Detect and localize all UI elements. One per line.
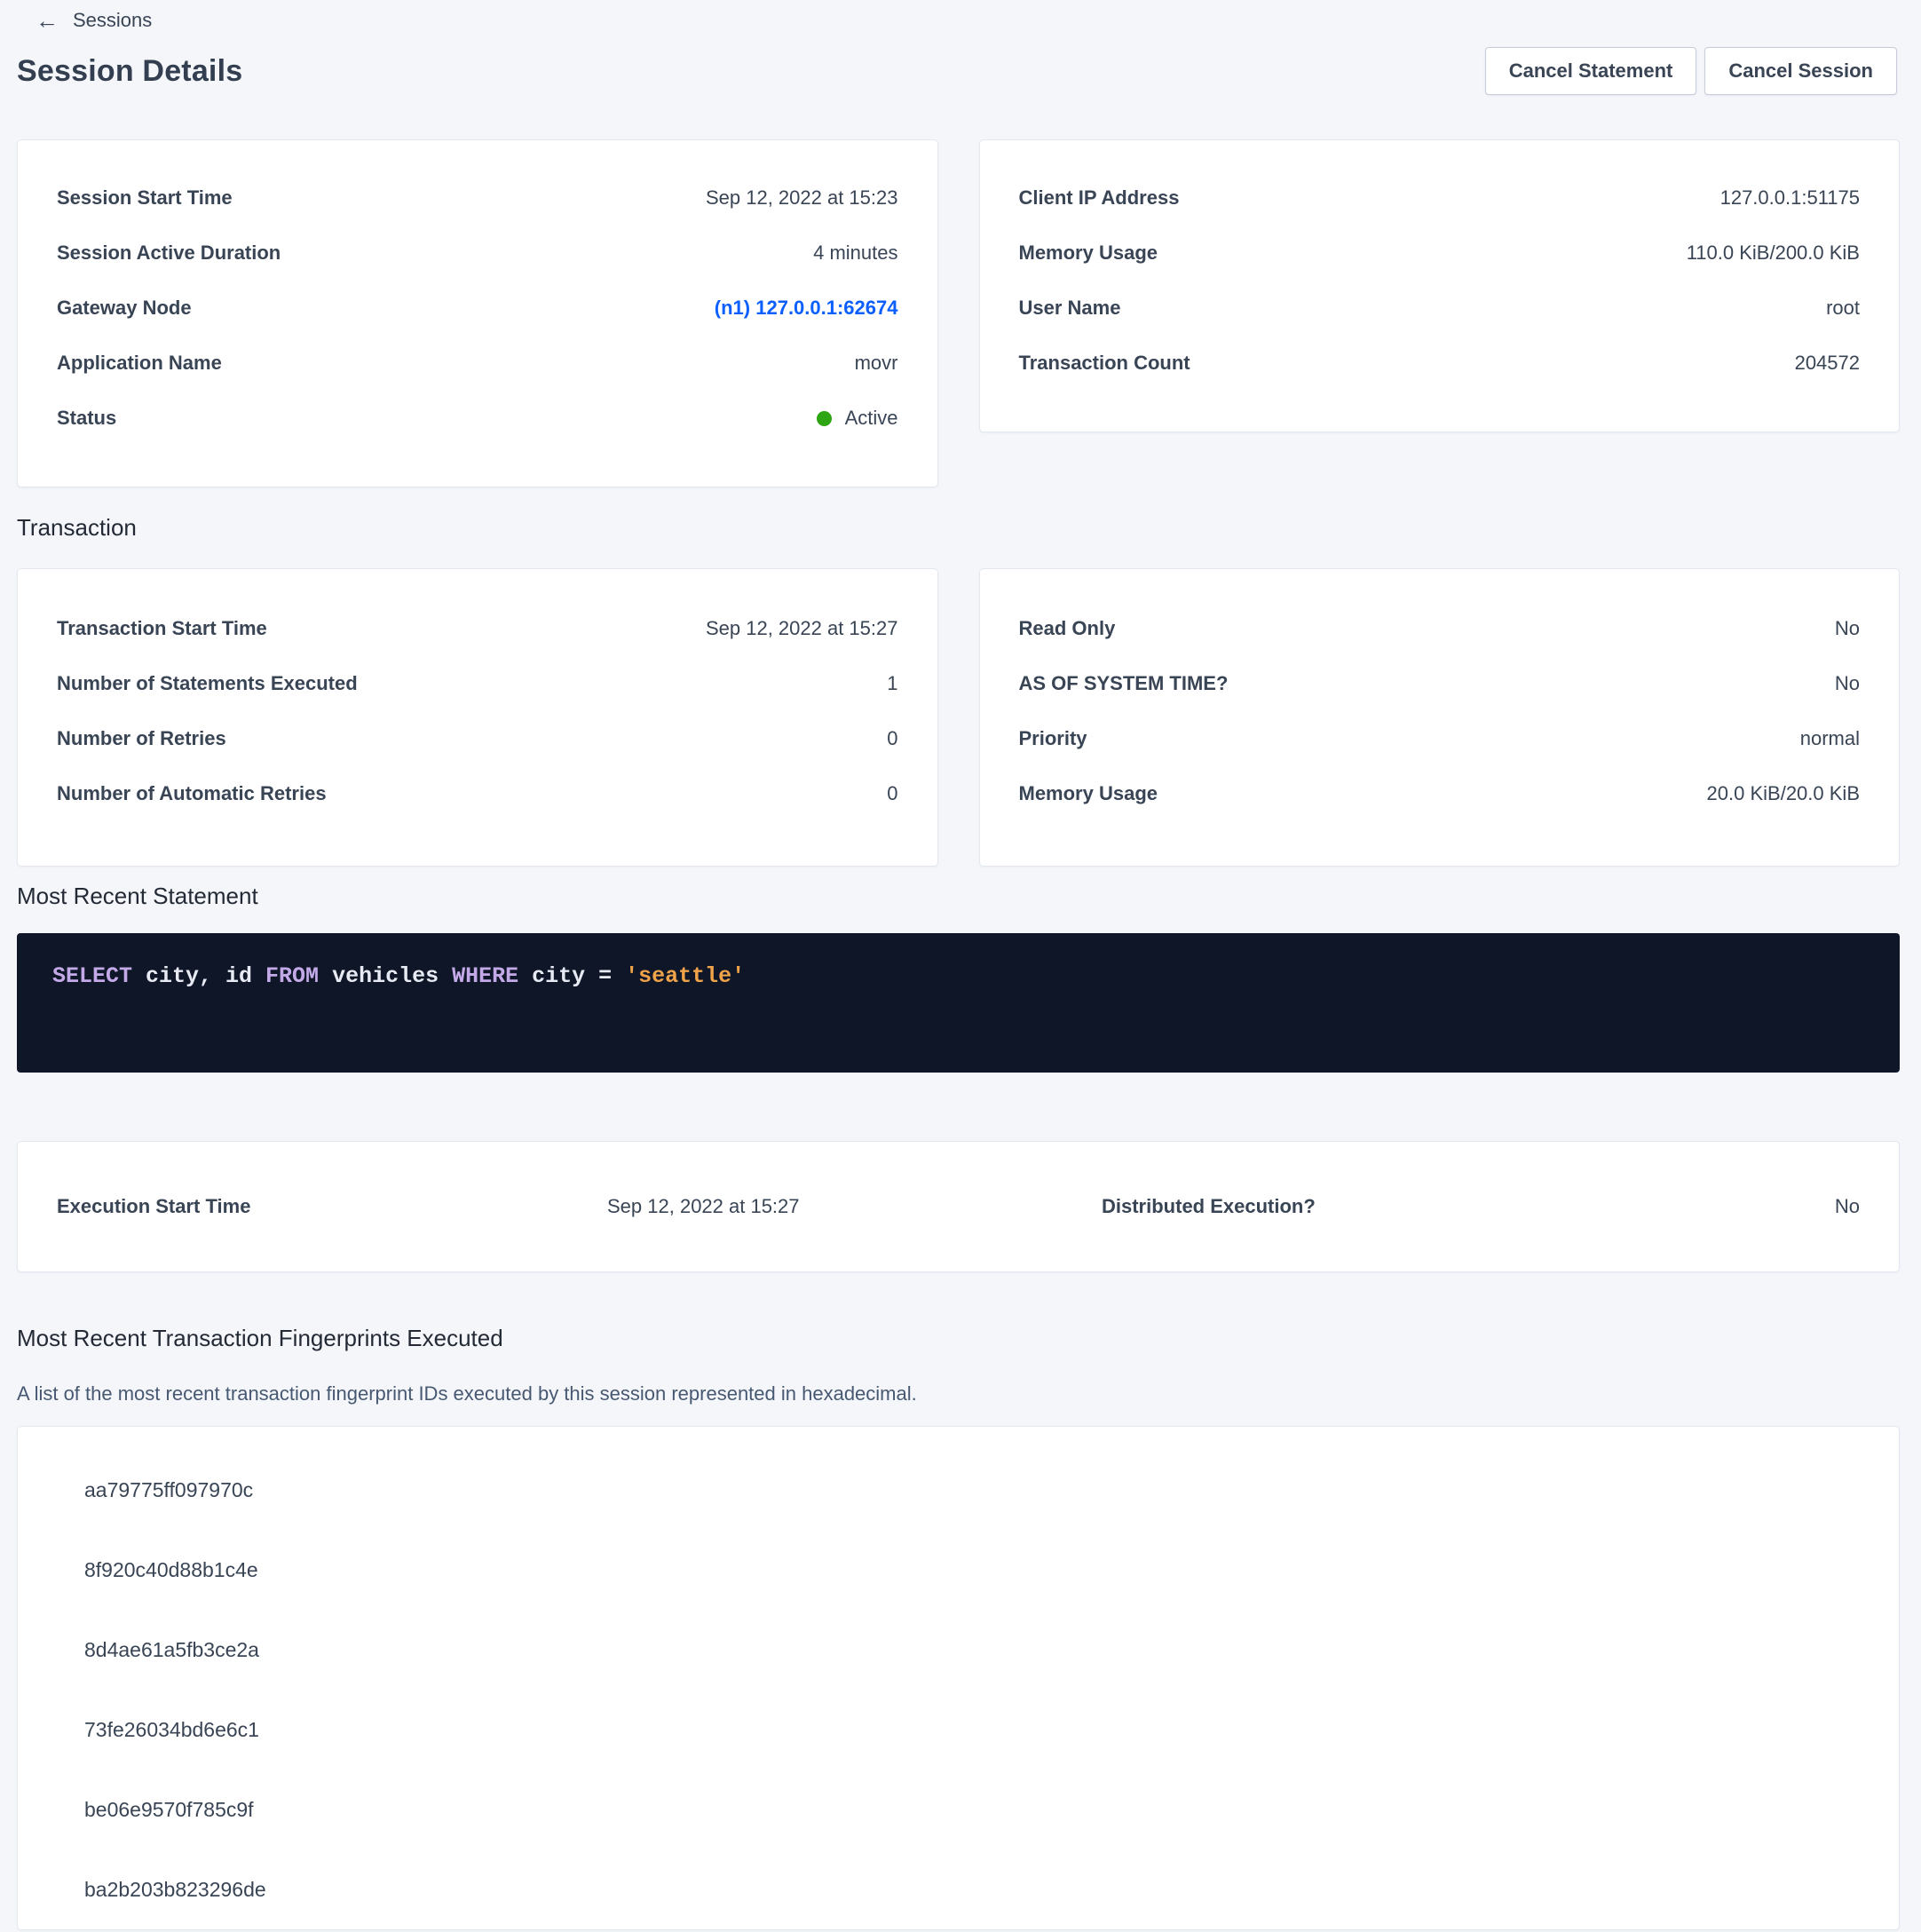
sql-string-literal: 'seattle'	[625, 963, 745, 989]
gateway-node-link[interactable]: (n1) 127.0.0.1:62674	[715, 297, 898, 320]
status-row: Status Active	[57, 391, 898, 446]
client-ip-label: Client IP Address	[1019, 186, 1180, 210]
back-arrow-icon: ←	[36, 9, 59, 32]
page-title: Session Details	[17, 54, 242, 89]
transaction-memory-usage-value: 20.0 KiB/20.0 KiB	[1707, 782, 1860, 805]
application-name-label: Application Name	[57, 352, 222, 375]
statement-section-title: Most Recent Statement	[17, 883, 1921, 910]
transaction-start-time-label: Transaction Start Time	[57, 617, 267, 640]
application-name-row: Application Name movr	[57, 336, 898, 391]
status-text: Active	[845, 407, 898, 430]
read-only-label: Read Only	[1019, 617, 1116, 640]
gateway-node-row: Gateway Node (n1) 127.0.0.1:62674	[57, 281, 898, 336]
sql-keyword: WHERE	[452, 963, 518, 989]
statements-executed-row: Number of Statements Executed 1	[57, 656, 898, 711]
sql-keyword: FROM	[265, 963, 319, 989]
as-of-system-time-value: No	[1835, 672, 1860, 695]
execution-card: Execution Start Time Sep 12, 2022 at 15:…	[17, 1141, 1900, 1272]
breadcrumb-back-sessions[interactable]: ← Sessions	[36, 9, 152, 32]
transaction-count-row: Transaction Count 204572	[1019, 336, 1861, 391]
retries-value: 0	[887, 727, 897, 750]
statements-executed-label: Number of Statements Executed	[57, 672, 358, 695]
read-only-value: No	[1835, 617, 1860, 640]
status-active-dot-icon	[817, 411, 832, 426]
cancel-statement-button[interactable]: Cancel Statement	[1485, 47, 1697, 95]
cancel-session-button[interactable]: Cancel Session	[1704, 47, 1897, 95]
fingerprint-item: 8f920c40d88b1c4e	[18, 1530, 1899, 1610]
sql-keyword: SELECT	[52, 963, 132, 989]
session-active-duration-value: 4 minutes	[813, 242, 897, 265]
session-start-time-label: Session Start Time	[57, 186, 233, 210]
transaction-card-right: Read Only No AS OF SYSTEM TIME? No Prior…	[979, 568, 1901, 867]
distributed-execution-value: No	[1835, 1195, 1860, 1218]
fingerprint-item: 73fe26034bd6e6c1	[18, 1690, 1899, 1770]
sql-text: city =	[518, 963, 625, 989]
read-only-row: Read Only No	[1019, 601, 1861, 656]
user-name-row: User Name root	[1019, 281, 1861, 336]
automatic-retries-value: 0	[887, 782, 897, 805]
session-summary-cards: Session Start Time Sep 12, 2022 at 15:23…	[17, 139, 1900, 487]
transaction-start-time-row: Transaction Start Time Sep 12, 2022 at 1…	[57, 601, 898, 656]
fingerprints-list: aa79775ff097970c 8f920c40d88b1c4e 8d4ae6…	[18, 1450, 1899, 1929]
application-name-value: movr	[855, 352, 898, 375]
priority-label: Priority	[1019, 727, 1087, 750]
fingerprint-item: 8d4ae61a5fb3ce2a	[18, 1610, 1899, 1690]
sql-statement-box: SELECT city, id FROM vehicles WHERE city…	[17, 933, 1900, 1073]
session-start-time-row: Session Start Time Sep 12, 2022 at 15:23	[57, 170, 898, 226]
session-active-duration-label: Session Active Duration	[57, 242, 281, 265]
fingerprints-card: aa79775ff097970c 8f920c40d88b1c4e 8d4ae6…	[17, 1426, 1900, 1930]
sql-text: city, id	[132, 963, 265, 989]
session-memory-usage-value: 110.0 KiB/200.0 KiB	[1687, 242, 1860, 265]
retries-label: Number of Retries	[57, 727, 226, 750]
status-label: Status	[57, 407, 116, 430]
session-memory-usage-label: Memory Usage	[1019, 242, 1158, 265]
retries-row: Number of Retries 0	[57, 711, 898, 766]
transaction-memory-usage-label: Memory Usage	[1019, 782, 1158, 805]
session-details-page: ← Sessions Session Details Cancel Statem…	[0, 0, 1921, 1932]
page-header: Session Details Cancel Statement Cancel …	[17, 47, 1897, 95]
transaction-count-value: 204572	[1795, 352, 1860, 375]
user-name-value: root	[1826, 297, 1860, 320]
fingerprint-item: ba2b203b823296de	[18, 1849, 1899, 1929]
fingerprint-item: be06e9570f785c9f	[18, 1770, 1899, 1849]
transaction-count-label: Transaction Count	[1019, 352, 1190, 375]
transaction-cards: Transaction Start Time Sep 12, 2022 at 1…	[17, 568, 1900, 867]
execution-start-time-label: Execution Start Time	[57, 1195, 607, 1218]
priority-value: normal	[1800, 727, 1860, 750]
user-name-label: User Name	[1019, 297, 1121, 320]
session-summary-card-left: Session Start Time Sep 12, 2022 at 15:23…	[17, 139, 938, 487]
session-memory-usage-row: Memory Usage 110.0 KiB/200.0 KiB	[1019, 226, 1861, 281]
priority-row: Priority normal	[1019, 711, 1861, 766]
sql-statement-text: SELECT city, id FROM vehicles WHERE city…	[52, 963, 745, 989]
as-of-system-time-label: AS OF SYSTEM TIME?	[1019, 672, 1229, 695]
transaction-memory-usage-row: Memory Usage 20.0 KiB/20.0 KiB	[1019, 766, 1861, 821]
session-start-time-value: Sep 12, 2022 at 15:23	[706, 186, 898, 210]
execution-start-time-value: Sep 12, 2022 at 15:27	[607, 1195, 1102, 1218]
automatic-retries-row: Number of Automatic Retries 0	[57, 766, 898, 821]
status-value: Active	[817, 407, 898, 430]
session-summary-card-right: Client IP Address 127.0.0.1:51175 Memory…	[979, 139, 1901, 432]
header-actions: Cancel Statement Cancel Session	[1485, 47, 1897, 95]
breadcrumb-label: Sessions	[73, 9, 152, 32]
automatic-retries-label: Number of Automatic Retries	[57, 782, 327, 805]
session-active-duration-row: Session Active Duration 4 minutes	[57, 226, 898, 281]
fingerprints-section-title: Most Recent Transaction Fingerprints Exe…	[17, 1325, 1921, 1352]
transaction-section-title: Transaction	[17, 514, 1921, 542]
client-ip-row: Client IP Address 127.0.0.1:51175	[1019, 170, 1861, 226]
client-ip-value: 127.0.0.1:51175	[1720, 186, 1860, 210]
distributed-execution-label: Distributed Execution?	[1102, 1195, 1835, 1218]
transaction-start-time-value: Sep 12, 2022 at 15:27	[706, 617, 898, 640]
gateway-node-label: Gateway Node	[57, 297, 192, 320]
statements-executed-value: 1	[887, 672, 897, 695]
sql-text: vehicles	[319, 963, 452, 989]
fingerprints-description: A list of the most recent transaction fi…	[17, 1382, 1900, 1406]
as-of-system-time-row: AS OF SYSTEM TIME? No	[1019, 656, 1861, 711]
fingerprint-item: aa79775ff097970c	[18, 1450, 1899, 1530]
transaction-card-left: Transaction Start Time Sep 12, 2022 at 1…	[17, 568, 938, 867]
